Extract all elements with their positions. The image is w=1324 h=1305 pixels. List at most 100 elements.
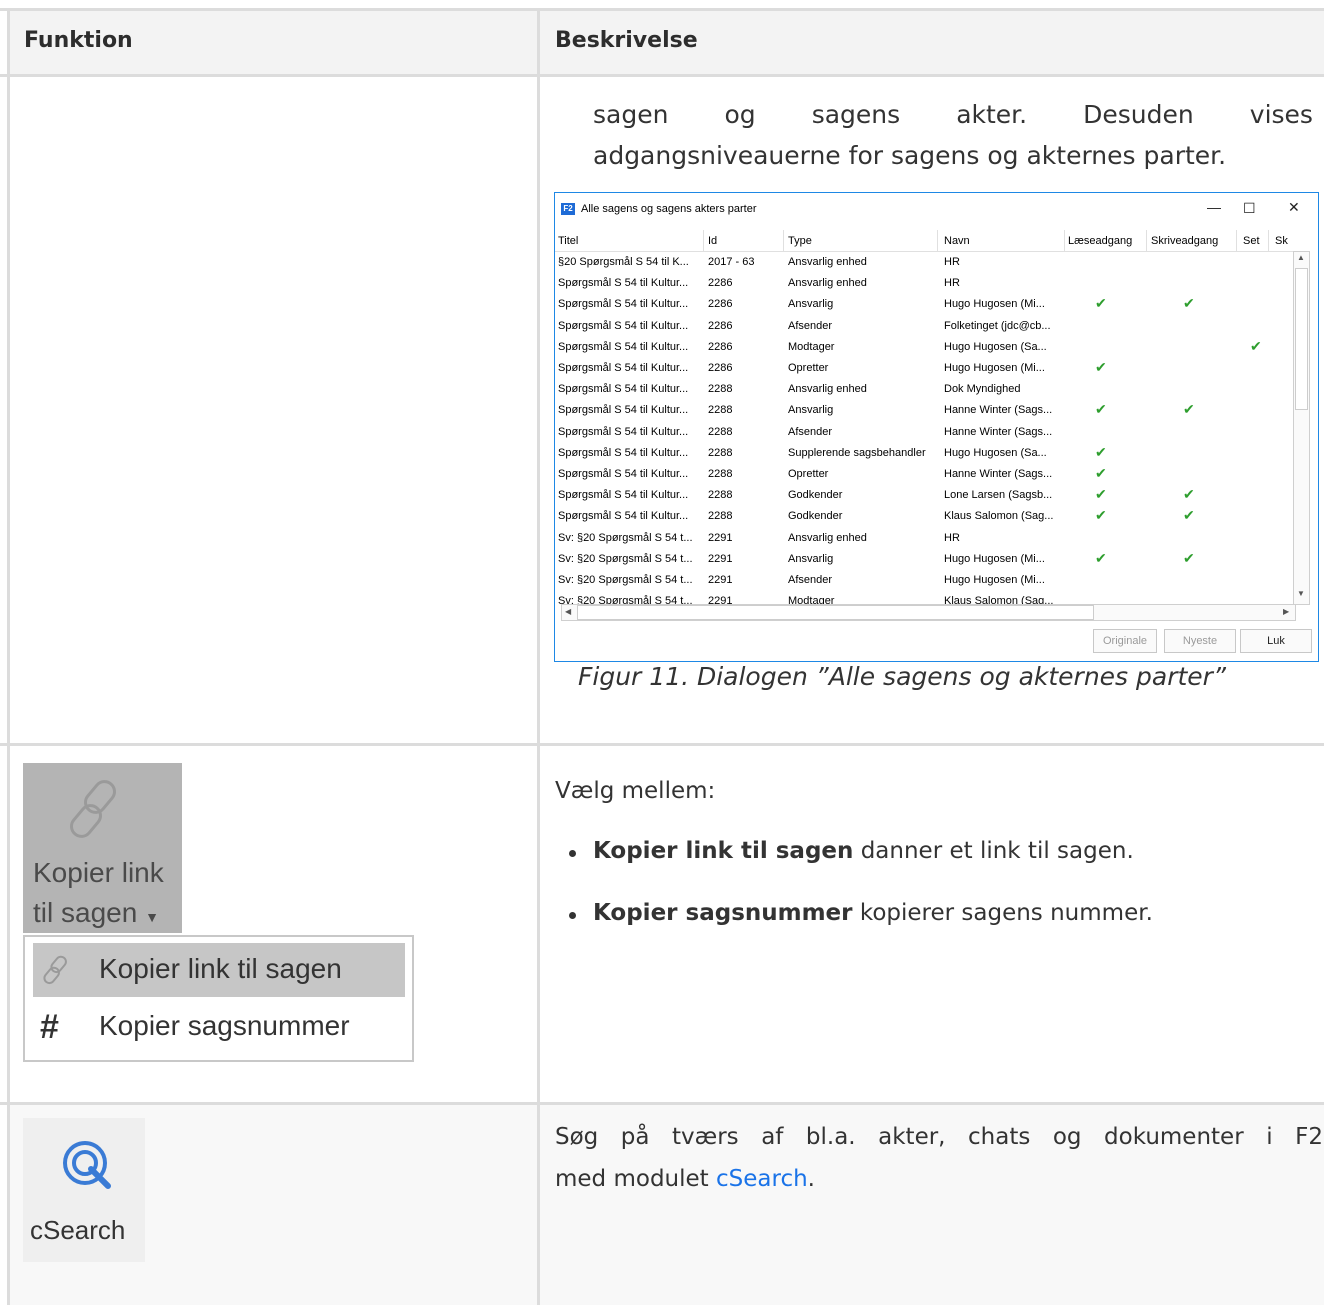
bullet-dot (569, 850, 576, 857)
dialog-title: Alle sagens og sagens akters parter (581, 203, 757, 215)
scroll-down-arrow-icon[interactable]: ▼ (1297, 589, 1305, 598)
cell-titel: Spørgsmål S 54 til Kultur... (558, 383, 689, 396)
cell-id: 2288 (708, 383, 733, 396)
luk-button[interactable]: Luk (1240, 629, 1312, 653)
hash-icon: # (40, 1008, 59, 1046)
menu-item-copy-link[interactable]: Kopier link til sagen (99, 953, 342, 985)
cell-id: 2286 (708, 319, 733, 332)
column-header-type[interactable]: Type (788, 235, 812, 247)
bullet-rest: kopierer sagens nummer. (852, 900, 1153, 926)
check-icon: ✔ (1183, 507, 1195, 524)
menu-item-copy-case-number[interactable]: Kopier sagsnummer (99, 1010, 350, 1042)
cell-id: 2288 (708, 425, 733, 438)
table-row[interactable]: Sv: §20 Spørgsmål S 54 t... 2291 Ansvarlig… (555, 549, 1295, 570)
table-row[interactable]: Spørgsmål S 54 til Kultur... 2286 Opretter… (555, 358, 1295, 379)
column-separator (783, 230, 784, 251)
cell-id: 2288 (708, 510, 733, 523)
cell-navn: Klaus Salomon (Sag... (944, 510, 1054, 523)
table-row[interactable]: Spørgsmål S 54 til Kultur... 2288 Afsender… (555, 422, 1295, 443)
cell-titel: Spørgsmål S 54 til Kultur... (558, 362, 689, 374)
cell-id: 2291 (708, 574, 733, 586)
column-header-navn[interactable]: Navn (944, 235, 970, 247)
table-row[interactable]: Spørgsmål S 54 til Kultur... 2286 Afsender… (555, 316, 1295, 337)
word: Søg (555, 1124, 599, 1150)
bullet-bold: Kopier link til sagen (593, 838, 854, 864)
check-icon: ✔ (1095, 486, 1107, 503)
cell-titel: Spørgsmål S 54 til Kultur... (558, 277, 689, 290)
check-icon: ✔ (1183, 295, 1195, 312)
column-header-skriveadgang[interactable]: Skriveadgang (1151, 235, 1218, 247)
column-header-sk[interactable]: Sk (1275, 235, 1288, 247)
table-border-top (0, 8, 1324, 11)
table-row[interactable]: Spørgsmål S 54 til Kultur... 2288 Ansvarli… (555, 379, 1295, 400)
dropdown-arrow-icon[interactable]: ▼ (145, 909, 159, 925)
column-separator (1146, 230, 1147, 251)
parties-grid: Titel Id Type Navn Læseadgang Skriveadga… (555, 230, 1295, 617)
column-header-laeseadgang[interactable]: Læseadgang (1068, 235, 1132, 247)
cell-id: 2288 (708, 468, 733, 480)
word: i (1266, 1124, 1273, 1150)
header-funktion: Funktion (24, 28, 133, 53)
cell-titel: Sv: §20 Spørgsmål S 54 t... (558, 574, 693, 586)
check-icon: ✔ (1095, 443, 1107, 460)
scroll-left-arrow-icon[interactable]: ◀ (565, 607, 571, 616)
cell-type: Supplerende sagsbehandler (788, 446, 926, 459)
text: . (807, 1166, 815, 1192)
table-row[interactable]: Spørgsmål S 54 til Kultur... 2288 Opretter… (555, 464, 1295, 485)
cell-navn: Dok Myndighed (944, 383, 1021, 396)
column-header-titel[interactable]: Titel (558, 235, 578, 247)
word: og (724, 100, 756, 129)
bullet-bold: Kopier sagsnummer (593, 900, 853, 926)
scroll-right-arrow-icon[interactable]: ▶ (1283, 607, 1289, 616)
check-icon: ✔ (1095, 507, 1107, 524)
column-separator (1268, 230, 1269, 251)
word: sagens (811, 100, 901, 129)
check-icon: ✔ (1095, 401, 1107, 418)
vertical-scroll-thumb[interactable] (1295, 268, 1308, 410)
table-row[interactable]: Sv: §20 Spørgsmål S 54 t... 2291 Afsender H… (555, 570, 1295, 591)
table-row[interactable]: Spørgsmål S 54 til Kultur... 2288 Supplere… (555, 443, 1295, 464)
table-row[interactable]: Spørgsmål S 54 til Kultur... 2288 Ansvarli… (555, 400, 1295, 421)
cell-id: 2291 (708, 552, 733, 565)
table-row[interactable]: §20 Spørgsmål S 54 til K... 2017 - 63 Ansv… (555, 252, 1295, 273)
scroll-up-arrow-icon[interactable]: ▲ (1297, 253, 1305, 262)
cell-type: Ansvarlig enhed (788, 383, 867, 396)
word: F2 (1295, 1124, 1323, 1150)
minimize-icon[interactable]: — (1207, 199, 1221, 215)
cell-navn: Hugo Hugosen (Sa... (944, 446, 1047, 459)
cell-type: Godkender (788, 510, 843, 523)
cell-type: Ansvarlig enhed (788, 531, 867, 544)
column-header-set[interactable]: Set (1243, 235, 1260, 247)
cell-id: 2288 (708, 404, 733, 417)
cell-type: Opretter (788, 362, 829, 374)
cell-titel: Spørgsmål S 54 til Kultur... (558, 510, 689, 523)
table-row[interactable]: Sv: §20 Spørgsmål S 54 t... 2291 Ansvarlig… (555, 528, 1295, 549)
maximize-icon[interactable]: ☐ (1243, 200, 1256, 217)
check-icon: ✔ (1095, 549, 1107, 566)
table-row[interactable]: Spørgsmål S 54 til Kultur... 2286 Modtager… (555, 337, 1295, 358)
horizontal-scroll-thumb[interactable] (577, 605, 1094, 620)
table-row[interactable]: Spørgsmål S 54 til Kultur... 2288 Godkende… (555, 485, 1295, 506)
csearch-link[interactable]: cSearch (716, 1166, 808, 1192)
close-icon[interactable]: ✕ (1288, 199, 1300, 216)
nyeste-button[interactable]: Nyeste (1164, 629, 1236, 653)
word: chats (968, 1124, 1031, 1150)
table-row[interactable]: Spørgsmål S 54 til Kultur... 2286 Ansvarli… (555, 294, 1295, 315)
originale-button[interactable]: Originale (1093, 629, 1157, 653)
ribbon-label-text: til sagen (33, 897, 138, 928)
row1-text-line2: adgangsniveauerne for sagens og akternes… (593, 141, 1227, 170)
link-icon (70, 780, 116, 838)
cell-id: 2286 (708, 277, 733, 290)
column-header-id[interactable]: Id (708, 235, 717, 247)
f2-app-icon: F2 (561, 203, 575, 215)
cell-type: Modtager (788, 340, 835, 353)
table-row[interactable]: Spørgsmål S 54 til Kultur... 2288 Godkende… (555, 506, 1295, 527)
check-icon: ✔ (1183, 486, 1195, 503)
cell-id: 2288 (708, 446, 733, 459)
row3-text-line1: Søg på tværs af bl.a. akter, chats og do… (555, 1124, 1323, 1150)
table-row[interactable]: Spørgsmål S 54 til Kultur... 2286 Ansvarli… (555, 273, 1295, 294)
word: af (761, 1124, 784, 1150)
cell-titel: Spørgsmål S 54 til Kultur... (558, 489, 689, 502)
cell-navn: Hugo Hugosen (Mi... (944, 574, 1045, 586)
cell-type: Afsender (788, 319, 833, 332)
